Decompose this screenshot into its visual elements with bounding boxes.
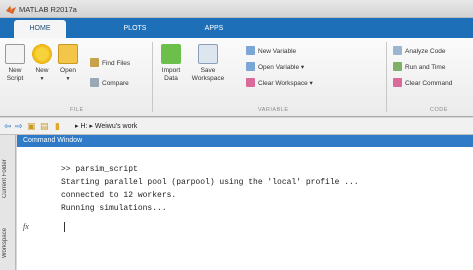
up-folder-icon[interactable]: ▣ <box>27 121 36 131</box>
code-group-label: CODE <box>430 107 448 113</box>
compare-label: Compare <box>102 80 129 87</box>
run-and-time-label: Run and Time <box>405 64 446 71</box>
output-line: connected to 12 workers. <box>61 191 177 200</box>
command-window-output[interactable]: >> parsim_script Starting parallel pool … <box>17 147 473 270</box>
new-variable-icon <box>246 46 255 55</box>
folder-icon: ▮ <box>55 121 60 131</box>
window-title: MATLAB R2017a <box>19 5 77 14</box>
ribbon-divider <box>386 42 387 112</box>
find-files-label: Find Files <box>102 60 131 67</box>
open-variable-label: Open Variable <box>258 64 300 71</box>
open-dropdown-icon: ▼ <box>65 76 71 82</box>
clear-workspace-button[interactable]: Clear Workspace ▾ <box>246 78 313 90</box>
open-button[interactable]: Open ▼ <box>56 44 80 83</box>
output-line: Starting parallel pool (parpool) using t… <box>61 178 359 187</box>
new-script-icon <box>5 44 25 64</box>
clear-commands-icon <box>393 78 402 87</box>
open-variable-button[interactable]: Open Variable ▾ <box>246 62 304 74</box>
variable-group-label: VARIABLE <box>258 107 289 113</box>
new-dropdown-icon: ▼ <box>39 76 45 82</box>
forward-arrow-icon[interactable]: ⇨ <box>15 121 23 131</box>
open-variable-icon <box>246 62 255 71</box>
analyze-code-label: Analyze Code <box>405 48 446 55</box>
compare-icon <box>90 78 99 87</box>
ribbon-divider <box>152 42 153 112</box>
new-variable-label: New Variable <box>258 48 297 55</box>
import-data-icon <box>161 44 181 64</box>
save-workspace-label: Save Workspace <box>191 67 225 82</box>
ribbon-toolbar: New Script New ▼ Open ▼ Find Files Compa… <box>0 38 473 117</box>
compare-button[interactable]: Compare <box>90 78 129 90</box>
find-files-icon <box>90 58 99 67</box>
new-label: New <box>35 67 49 74</box>
tab-current-folder[interactable]: Current Folder <box>2 149 14 209</box>
clear-commands-button[interactable]: Clear Command <box>393 78 452 90</box>
new-script-label: New Script <box>6 67 24 82</box>
clear-workspace-icon <box>246 78 255 87</box>
tab-plots[interactable]: PLOTS <box>112 20 158 38</box>
command-window[interactable]: Command Window >> parsim_script Starting… <box>17 135 473 270</box>
folder-icon <box>58 44 78 64</box>
analyze-code-button[interactable]: Analyze Code <box>393 46 445 58</box>
open-label: Open <box>60 67 76 74</box>
import-data-label: Import Data <box>161 67 181 82</box>
matlab-logo-icon <box>6 6 16 14</box>
run-and-time-button[interactable]: Run and Time <box>393 62 445 74</box>
text-cursor <box>64 222 65 232</box>
function-browser-icon[interactable]: fx <box>23 222 29 231</box>
run-and-time-icon <box>393 62 402 71</box>
new-variable-button[interactable]: New Variable <box>246 46 296 58</box>
find-files-button[interactable]: Find Files <box>90 58 130 70</box>
import-data-button[interactable]: Import Data <box>158 44 184 83</box>
ribbon-tab-strip: HOME PLOTS APPS <box>0 18 473 38</box>
command-window-title: Command Window <box>17 135 473 147</box>
new-button[interactable]: New ▼ <box>31 44 53 83</box>
command-line: >> parsim_script <box>61 165 138 174</box>
new-script-button[interactable]: New Script <box>3 44 27 83</box>
folder-path-breadcrumb[interactable]: ▸ H: ▸ Weiwu's work <box>75 122 137 130</box>
back-arrow-icon[interactable]: ⇦ <box>4 121 12 131</box>
analyze-code-icon <box>393 46 402 55</box>
tab-apps[interactable]: APPS <box>194 20 234 38</box>
current-folder-bar: ⇦ ⇨ ▣ ▤ ▮ ▸ H: ▸ Weiwu's work <box>0 118 473 135</box>
tab-workspace[interactable]: Workspace <box>2 221 14 266</box>
save-workspace-icon <box>198 44 218 64</box>
clear-commands-label: Clear Command <box>405 80 453 87</box>
tab-home[interactable]: HOME <box>14 20 66 38</box>
output-line: Running simulations... <box>61 204 167 213</box>
save-workspace-button[interactable]: Save Workspace <box>189 44 227 83</box>
file-group-label: FILE <box>70 107 84 113</box>
title-bar: MATLAB R2017a <box>0 0 473 18</box>
clear-workspace-label: Clear Workspace <box>258 80 308 87</box>
new-plus-icon <box>32 44 52 64</box>
side-dock: Current Folder Workspace <box>0 135 16 270</box>
browse-folder-icon[interactable]: ▤ <box>40 121 49 131</box>
